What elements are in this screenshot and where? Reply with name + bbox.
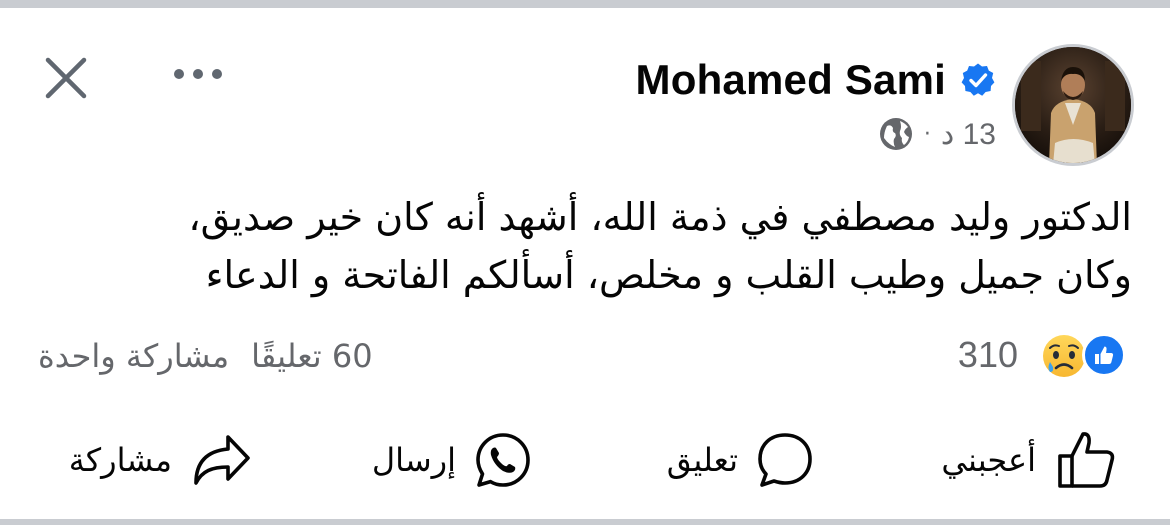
thumbs-up-icon xyxy=(1058,432,1115,488)
post-meta: 13 د · xyxy=(878,114,996,154)
reactions-summary[interactable]: 310 xyxy=(958,330,1126,380)
globe-icon xyxy=(879,118,912,150)
post-time[interactable]: 13 د xyxy=(941,117,996,152)
comment-bubble-icon xyxy=(758,433,812,487)
send-label: إرسال xyxy=(371,441,456,479)
share-button[interactable]: مشاركة xyxy=(69,422,252,498)
action-bar: أعجبني تعليق إرسال مشاركة xyxy=(0,422,1170,498)
close-icon xyxy=(45,57,87,99)
post-stats: 60 تعليقًا مشاركة واحدة xyxy=(38,333,373,379)
like-reaction-icon xyxy=(1082,333,1126,377)
share-label: مشاركة xyxy=(68,441,172,479)
more-options-button[interactable] xyxy=(168,52,228,96)
comments-count-link[interactable]: 60 تعليقًا xyxy=(251,337,372,375)
close-button[interactable] xyxy=(40,52,92,104)
author-row: Mohamed Sami xyxy=(636,52,996,108)
whatsapp-icon xyxy=(476,433,530,487)
shares-count-link[interactable]: مشاركة واحدة xyxy=(38,337,229,375)
comment-label: تعليق xyxy=(666,441,738,479)
bottom-divider xyxy=(0,519,1170,525)
reaction-count: 310 xyxy=(957,334,1018,375)
verified-badge-icon xyxy=(961,63,995,96)
send-button[interactable]: إرسال xyxy=(372,422,532,498)
sad-reaction-icon xyxy=(1043,335,1085,377)
more-horizontal-icon xyxy=(174,69,222,79)
like-label: أعجبني xyxy=(941,441,1036,479)
author-name[interactable]: Mohamed Sami xyxy=(636,56,946,104)
post-text-line: وكان جميل وطيب القلب و مخلص، أسألكم الفا… xyxy=(205,253,1132,297)
post-text-line: الدكتور وليد مصطفي في ذمة الله، أشهد أنه… xyxy=(188,195,1132,239)
meta-separator: · xyxy=(923,121,931,147)
share-arrow-icon xyxy=(194,435,250,485)
avatar[interactable] xyxy=(1012,44,1134,166)
comment-button[interactable]: تعليق xyxy=(667,422,814,498)
profile-photo xyxy=(1015,47,1131,163)
post-text: الدكتور وليد مصطفي في ذمة الله، أشهد أنه… xyxy=(42,188,1132,304)
reaction-icons xyxy=(1028,330,1126,380)
like-button[interactable]: أعجبني xyxy=(941,422,1118,498)
top-divider xyxy=(0,0,1170,8)
